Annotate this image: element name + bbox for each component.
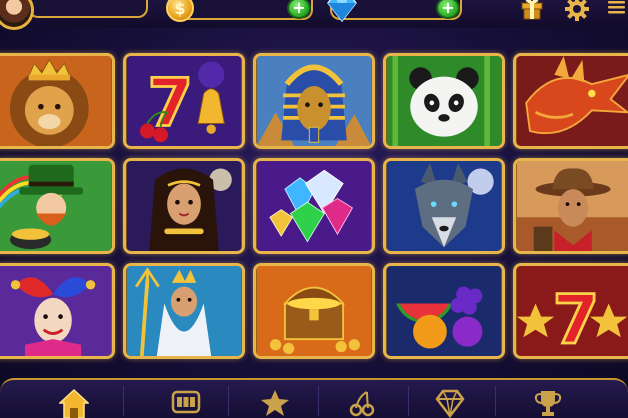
seven-star-icon: 7	[516, 266, 628, 356]
nav-vip[interactable]	[420, 380, 480, 418]
menu-icon[interactable]	[605, 0, 628, 14]
nav-divider	[123, 386, 124, 416]
game-tile-poseidon[interactable]	[123, 263, 245, 359]
game-tile-panda[interactable]	[383, 53, 505, 149]
seven-cherry-bell-icon: 7	[126, 56, 242, 146]
nav-home[interactable]	[44, 380, 104, 418]
trophy-icon	[534, 391, 562, 416]
nav-divider	[318, 386, 319, 416]
star-icon	[261, 390, 289, 416]
game-tile-leprechaun[interactable]	[0, 158, 115, 254]
gift-icon[interactable]	[521, 0, 543, 20]
nav-divider	[228, 386, 229, 416]
poseidon-icon	[126, 266, 242, 356]
cowboy-icon	[516, 161, 628, 251]
game-tile-lion-king[interactable]	[0, 53, 115, 149]
jester-icon	[0, 266, 112, 356]
nav-slots[interactable]	[156, 380, 216, 418]
gems-icon	[256, 161, 372, 251]
top-bar: $ + +	[0, 0, 628, 30]
diamond-icon	[327, 0, 357, 22]
nav-divider	[495, 386, 496, 416]
player-name-pill[interactable]	[28, 0, 148, 18]
game-tile-dragon[interactable]	[513, 53, 628, 149]
nav-fruit[interactable]	[332, 380, 392, 418]
dragon-icon	[516, 56, 628, 146]
nav-divider	[408, 386, 409, 416]
fruits-icon	[386, 266, 502, 356]
nav-tournaments[interactable]	[518, 380, 578, 418]
game-tile-lucky-seven-star[interactable]: 7	[513, 263, 628, 359]
game-tile-cowboy[interactable]	[513, 158, 628, 254]
wolf-icon	[386, 161, 502, 251]
game-tile-fruits[interactable]	[383, 263, 505, 359]
avatar[interactable]	[0, 0, 34, 30]
home-icon	[59, 388, 89, 418]
panda-icon	[386, 56, 502, 146]
pharaoh-icon	[256, 56, 372, 146]
nav-favorites[interactable]	[245, 380, 305, 418]
game-tile-jester[interactable]	[0, 263, 115, 359]
goddess-icon	[126, 161, 242, 251]
game-tile-treasure-chest[interactable]	[253, 263, 375, 359]
game-tile-wolf[interactable]	[383, 158, 505, 254]
lion-crown-icon	[0, 56, 112, 146]
game-grid: 7 7	[0, 50, 628, 360]
svg-text:7: 7	[552, 280, 599, 356]
cherry-icon	[349, 391, 375, 417]
leprechaun-icon	[0, 161, 112, 251]
bottom-nav	[0, 378, 628, 418]
game-tile-gems[interactable]	[253, 158, 375, 254]
diamond-icon	[435, 389, 465, 418]
treasure-chest-icon	[256, 266, 372, 356]
slot-machine-icon	[171, 390, 201, 414]
game-tile-pharaoh[interactable]	[253, 53, 375, 149]
game-tile-lucky-seven-bell[interactable]: 7	[123, 53, 245, 149]
game-tile-goddess[interactable]	[123, 158, 245, 254]
gear-icon[interactable]	[565, 0, 589, 21]
